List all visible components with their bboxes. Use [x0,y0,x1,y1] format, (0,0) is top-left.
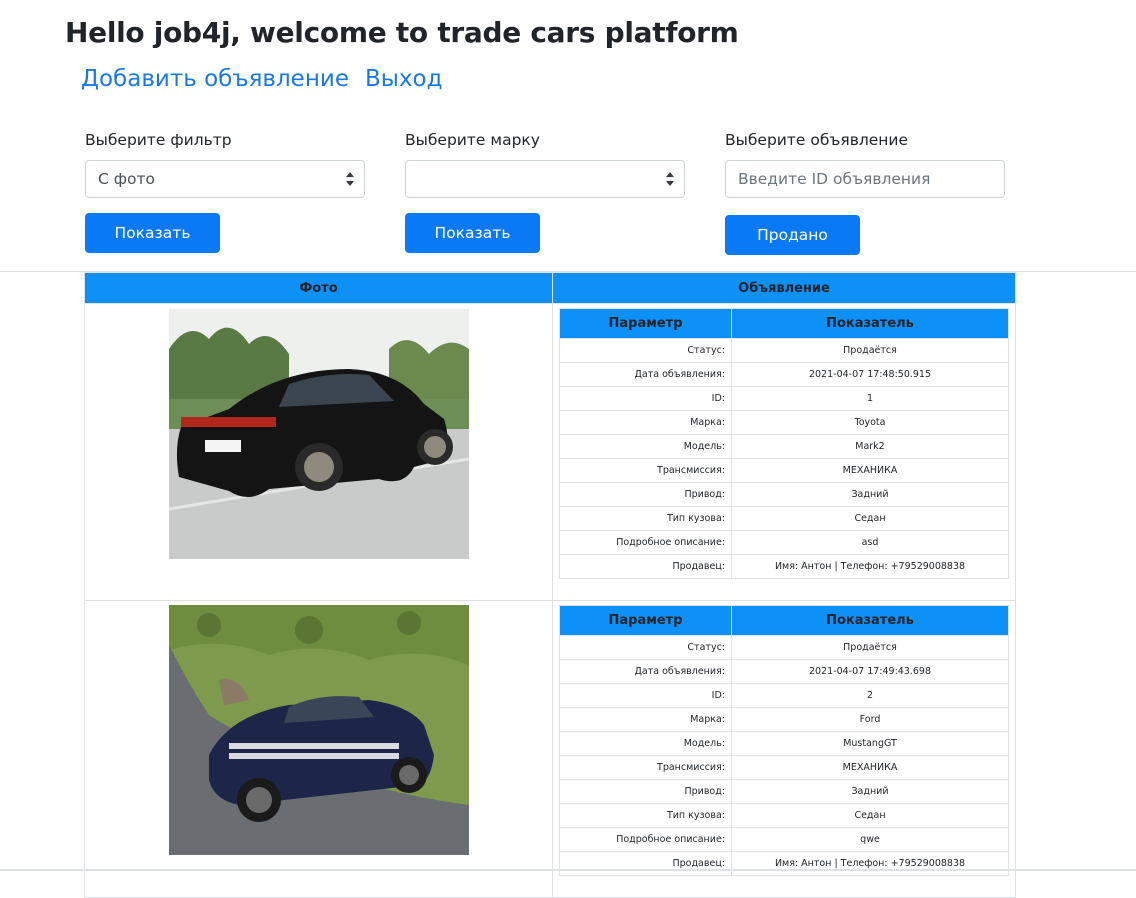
param-value: Имя: Антон | Телефон: +79529008838 [731,851,1009,876]
param-label: Тип кузова: [559,803,732,828]
ad-row-seller: Продавец: Имя: Антон | Телефон: +79529008… [559,554,1009,579]
value-header: Показатель [731,605,1009,636]
param-label: Трансмиссия: [559,458,732,483]
show-brand-button[interactable]: Показать [405,213,540,253]
param-label: ID: [559,386,732,411]
select-arrows-icon [666,172,674,186]
page-title: Hello job4j, welcome to trade cars platf… [65,16,739,49]
filter-group: Выберите фильтр С фото [85,128,365,198]
param-label: Привод: [559,482,732,507]
param-value: МЕХАНИКА [731,458,1009,483]
param-value: 2 [731,683,1009,708]
param-value: Задний [731,779,1009,804]
param-label: Марка: [559,707,732,732]
car-photo-toyota [168,309,469,559]
param-value: MustangGT [731,731,1009,756]
ads-table: Фото Объявление Параметр Показатель Стат… [84,272,1016,898]
ad-id-group: Выберите объявление [725,128,1005,198]
ad-row-model: Модель: Mark2 [559,434,1009,459]
filter-select-value: С фото [98,170,155,188]
photo-cell [84,303,553,601]
param-label: Продавец: [559,554,732,579]
param-header: Параметр [559,308,732,339]
select-arrows-icon [346,172,354,186]
ad-row-status: Статус: Продаётся [559,635,1009,660]
ad-cell: Параметр Показатель Статус: Продаётся Дат… [552,600,1016,898]
ad-row-id: ID: 1 [559,386,1009,411]
param-value: 2021-04-07 17:49:43.698 [731,659,1009,684]
ad-row-brand: Марка: Toyota [559,410,1009,435]
param-label: Продавец: [559,851,732,876]
param-label: Модель: [559,434,732,459]
add-ad-link[interactable]: Добавить объявление [81,62,349,96]
ad-row-transmission: Трансмиссия: МЕХАНИКА [559,458,1009,483]
ad-row-drive: Привод: Задний [559,779,1009,804]
param-label: Привод: [559,779,732,804]
param-value: Седан [731,803,1009,828]
ad-details-table: Параметр Показатель Статус: Продаётся Дат… [559,605,1009,876]
photo-column-header: Фото [84,272,553,304]
value-header: Показатель [731,308,1009,339]
param-value: Задний [731,482,1009,507]
ad-row-description: Подробное описание: qwe [559,827,1009,852]
ad-row-id: ID: 2 [559,683,1009,708]
param-label: Марка: [559,410,732,435]
table-row: Параметр Показатель Статус: Продаётся Дат… [84,600,1016,898]
table-row: Параметр Показатель Статус: Продаётся Дат… [84,303,1016,601]
param-value: asd [731,530,1009,555]
param-value: qwe [731,827,1009,852]
ad-cell: Параметр Показатель Статус: Продаётся Дат… [552,303,1016,601]
param-value: Седан [731,506,1009,531]
ad-row-date: Дата объявления: 2021-04-07 17:49:43.698 [559,659,1009,684]
param-label: Дата объявления: [559,659,732,684]
show-filter-button[interactable]: Показать [85,213,220,253]
param-label: Тип кузова: [559,506,732,531]
ad-row-body: Тип кузова: Седан [559,506,1009,531]
param-value: МЕХАНИКА [731,755,1009,780]
param-label: Трансмиссия: [559,755,732,780]
ad-row-description: Подробное описание: asd [559,530,1009,555]
ad-id-label: Выберите объявление [725,131,909,149]
ad-id-input[interactable] [725,160,1005,198]
ad-row-seller: Продавец: Имя: Антон | Телефон: +79529008… [559,851,1009,876]
ad-row-body: Тип кузова: Седан [559,803,1009,828]
car-photo-ford [168,605,469,855]
ad-row-status: Статус: Продаётся [559,338,1009,363]
brand-group: Выберите марку [405,128,685,198]
logout-link[interactable]: Выход [365,62,443,96]
param-label: Подробное описание: [559,530,732,555]
sold-button[interactable]: Продано [725,215,860,255]
param-label: Дата объявления: [559,362,732,387]
param-value: Ford [731,707,1009,732]
ad-column-header: Объявление [552,272,1016,304]
brand-select[interactable] [405,160,685,198]
ad-row-model: Модель: MustangGT [559,731,1009,756]
param-value: Toyota [731,410,1009,435]
ad-row-drive: Привод: Задний [559,482,1009,507]
ad-row-brand: Марка: Ford [559,707,1009,732]
ad-row-transmission: Трансмиссия: МЕХАНИКА [559,755,1009,780]
filter-select[interactable]: С фото [85,160,365,198]
param-label: Подробное описание: [559,827,732,852]
param-value: Продаётся [731,338,1009,363]
param-label: Статус: [559,635,732,660]
param-value: 1 [731,386,1009,411]
param-value: Имя: Антон | Телефон: +79529008838 [731,554,1009,579]
param-value: Продаётся [731,635,1009,660]
photo-cell [84,600,553,898]
param-value: Mark2 [731,434,1009,459]
ad-details-table: Параметр Показатель Статус: Продаётся Дат… [559,308,1009,579]
filter-label: Выберите фильтр [85,131,232,149]
brand-label: Выберите марку [405,131,540,149]
param-label: ID: [559,683,732,708]
ad-row-date: Дата объявления: 2021-04-07 17:48:50.915 [559,362,1009,387]
param-label: Модель: [559,731,732,756]
param-label: Статус: [559,338,732,363]
param-value: 2021-04-07 17:48:50.915 [731,362,1009,387]
param-header: Параметр [559,605,732,636]
